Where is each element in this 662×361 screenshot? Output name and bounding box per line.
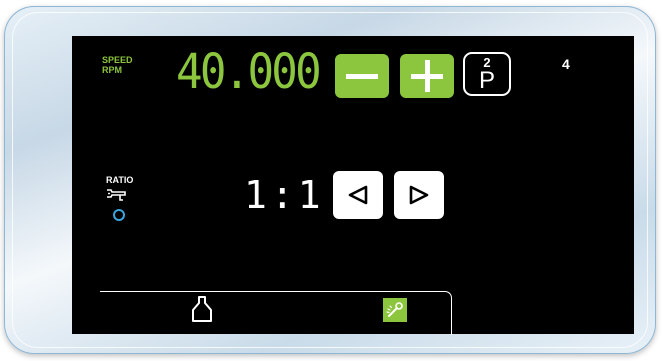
minus-icon <box>346 73 378 79</box>
triangle-right-icon <box>409 185 429 205</box>
program-button[interactable]: 2 P <box>463 52 511 96</box>
ratio-value: 1:1 <box>244 173 325 217</box>
circle-icon <box>113 209 125 221</box>
ratio-next-button[interactable] <box>394 171 444 219</box>
program-letter: P <box>478 67 495 94</box>
ratio-label: RATIO <box>106 175 134 185</box>
triangle-left-icon <box>348 185 368 205</box>
corner-number: 4 <box>562 56 570 72</box>
decrease-speed-button[interactable] <box>335 54 389 98</box>
speed-label: SPEED RPM <box>102 55 133 75</box>
speed-value: 40.000 <box>176 44 322 100</box>
spray-settings-button[interactable] <box>383 298 407 322</box>
speed-unit-text: RPM <box>102 65 122 75</box>
increase-speed-button[interactable] <box>400 54 454 98</box>
handpiece-icon <box>107 189 126 201</box>
spray-wrench-icon <box>386 302 403 317</box>
speed-label-text: SPEED <box>102 55 133 65</box>
plus-icon <box>411 60 443 92</box>
bottle-icon[interactable] <box>190 295 214 323</box>
ratio-prev-button[interactable] <box>333 171 383 219</box>
